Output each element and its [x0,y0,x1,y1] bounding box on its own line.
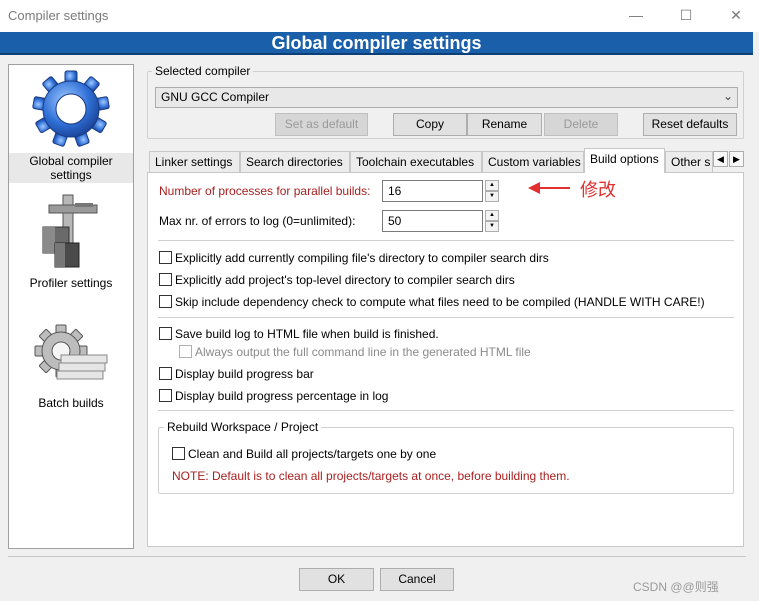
rebuild-workspace-label: Rebuild Workspace / Project [164,420,322,434]
checkbox-label: Save build log to HTML file when build i… [175,327,439,341]
divider [158,240,734,241]
tab-custom-variables[interactable]: Custom variables [482,151,584,172]
tab-build-options[interactable]: Build options [584,148,665,173]
reset-defaults-button[interactable]: Reset defaults [643,113,737,136]
spin-down-icon[interactable]: ▼ [485,191,499,202]
title-bar: Compiler settings — ☐ ✕ [0,0,759,32]
window-title: Compiler settings [8,8,109,23]
copy-button[interactable]: Copy [393,113,467,136]
checkbox-box[interactable] [159,295,172,308]
maximize-button[interactable]: ☐ [663,0,709,32]
rename-button[interactable]: Rename [467,113,542,136]
annotation-text: 修改 [580,180,616,200]
caliper-icon [42,194,98,268]
compiler-select[interactable]: GNU GCC Compiler ⌄ [155,87,738,108]
checkbox-label: Explicitly add project's top-level direc… [175,273,515,287]
checkbox-label: Always output the full command line in t… [195,345,531,359]
selected-compiler-label: Selected compiler [152,64,254,78]
set-as-default-button[interactable]: Set as default [275,113,368,136]
checkbox-skip-include-check[interactable]: Skip include dependency check to compute… [159,295,705,309]
tab-search-directories[interactable]: Search directories [240,151,350,172]
compiler-select-value: GNU GCC Compiler [161,90,270,104]
watermark: CSDN @@则强 [633,580,719,594]
tab-toolchain-executables[interactable]: Toolchain executables [350,151,482,172]
annotation-arrow-icon [528,182,570,194]
parallel-builds-stepper[interactable]: ▲ ▼ [485,180,499,202]
footer-divider [8,556,746,557]
delete-button[interactable]: Delete [544,113,618,136]
nav-item-profiler[interactable]: Profiler settings [9,189,133,290]
checkbox-label: Explicitly add currently compiling file'… [175,251,549,265]
nav-item-batch-builds[interactable]: Batch builds [9,323,133,413]
checkbox-label: Display build progress percentage in log [175,389,389,403]
max-errors-stepper[interactable]: ▲ ▼ [485,210,499,232]
ok-button[interactable]: OK [299,568,374,591]
parallel-builds-label: Number of processes for parallel builds: [159,184,371,198]
page-title: Global compiler settings [0,32,753,55]
checkbox-add-file-dir[interactable]: Explicitly add currently compiling file'… [159,251,549,265]
nav-label: Global compiler settings [9,153,133,183]
tab-linker-settings[interactable]: Linker settings [149,151,240,172]
parallel-builds-input[interactable]: 16 [382,180,483,202]
rebuild-note: NOTE: Default is to clean all projects/t… [172,469,570,483]
spin-up-icon[interactable]: ▲ [485,210,499,221]
nav-item-global-compiler[interactable]: Global compiler settings [9,67,133,183]
close-button[interactable]: ✕ [713,0,759,32]
tab-scroll-right-icon[interactable]: ▶ [729,151,744,167]
checkbox-box[interactable] [159,251,172,264]
checkbox-box[interactable] [159,273,172,286]
max-errors-label: Max nr. of errors to log (0=unlimited): [159,214,356,228]
minimize-button[interactable]: — [613,0,659,32]
settings-nav: Global compiler settings Profiler settin… [8,64,134,549]
checkbox-clean-build-one-by-one[interactable]: Clean and Build all projects/targets one… [172,447,436,461]
checkbox-box[interactable] [172,447,185,460]
batch-gear-icon [34,324,108,380]
gear-icon [32,70,110,147]
chevron-down-icon: ⌄ [722,89,733,103]
tab-other-settings[interactable]: Other s [665,151,713,172]
checkbox-save-html-log[interactable]: Save build log to HTML file when build i… [159,327,439,341]
checkbox-label: Clean and Build all projects/targets one… [188,447,437,461]
checkbox-box[interactable] [159,327,172,340]
max-errors-input[interactable]: 50 [382,210,483,232]
nav-label: Profiler settings [29,276,113,290]
nav-label: Batch builds [38,396,104,410]
tab-scroll-left-icon[interactable]: ◀ [713,151,728,167]
spin-up-icon[interactable]: ▲ [485,180,499,191]
checkbox-progress-percentage[interactable]: Display build progress percentage in log [159,389,388,403]
checkbox-progress-bar[interactable]: Display build progress bar [159,367,314,381]
checkbox-box[interactable] [179,345,192,358]
checkbox-add-project-dir[interactable]: Explicitly add project's top-level direc… [159,273,515,287]
checkbox-full-command-line[interactable]: Always output the full command line in t… [179,345,531,359]
divider [158,317,734,318]
checkbox-label: Display build progress bar [175,367,314,381]
divider [158,410,734,411]
cancel-button[interactable]: Cancel [380,568,454,591]
spin-down-icon[interactable]: ▼ [485,221,499,232]
checkbox-box[interactable] [159,367,172,380]
checkbox-box[interactable] [159,389,172,402]
checkbox-label: Skip include dependency check to compute… [175,295,705,309]
